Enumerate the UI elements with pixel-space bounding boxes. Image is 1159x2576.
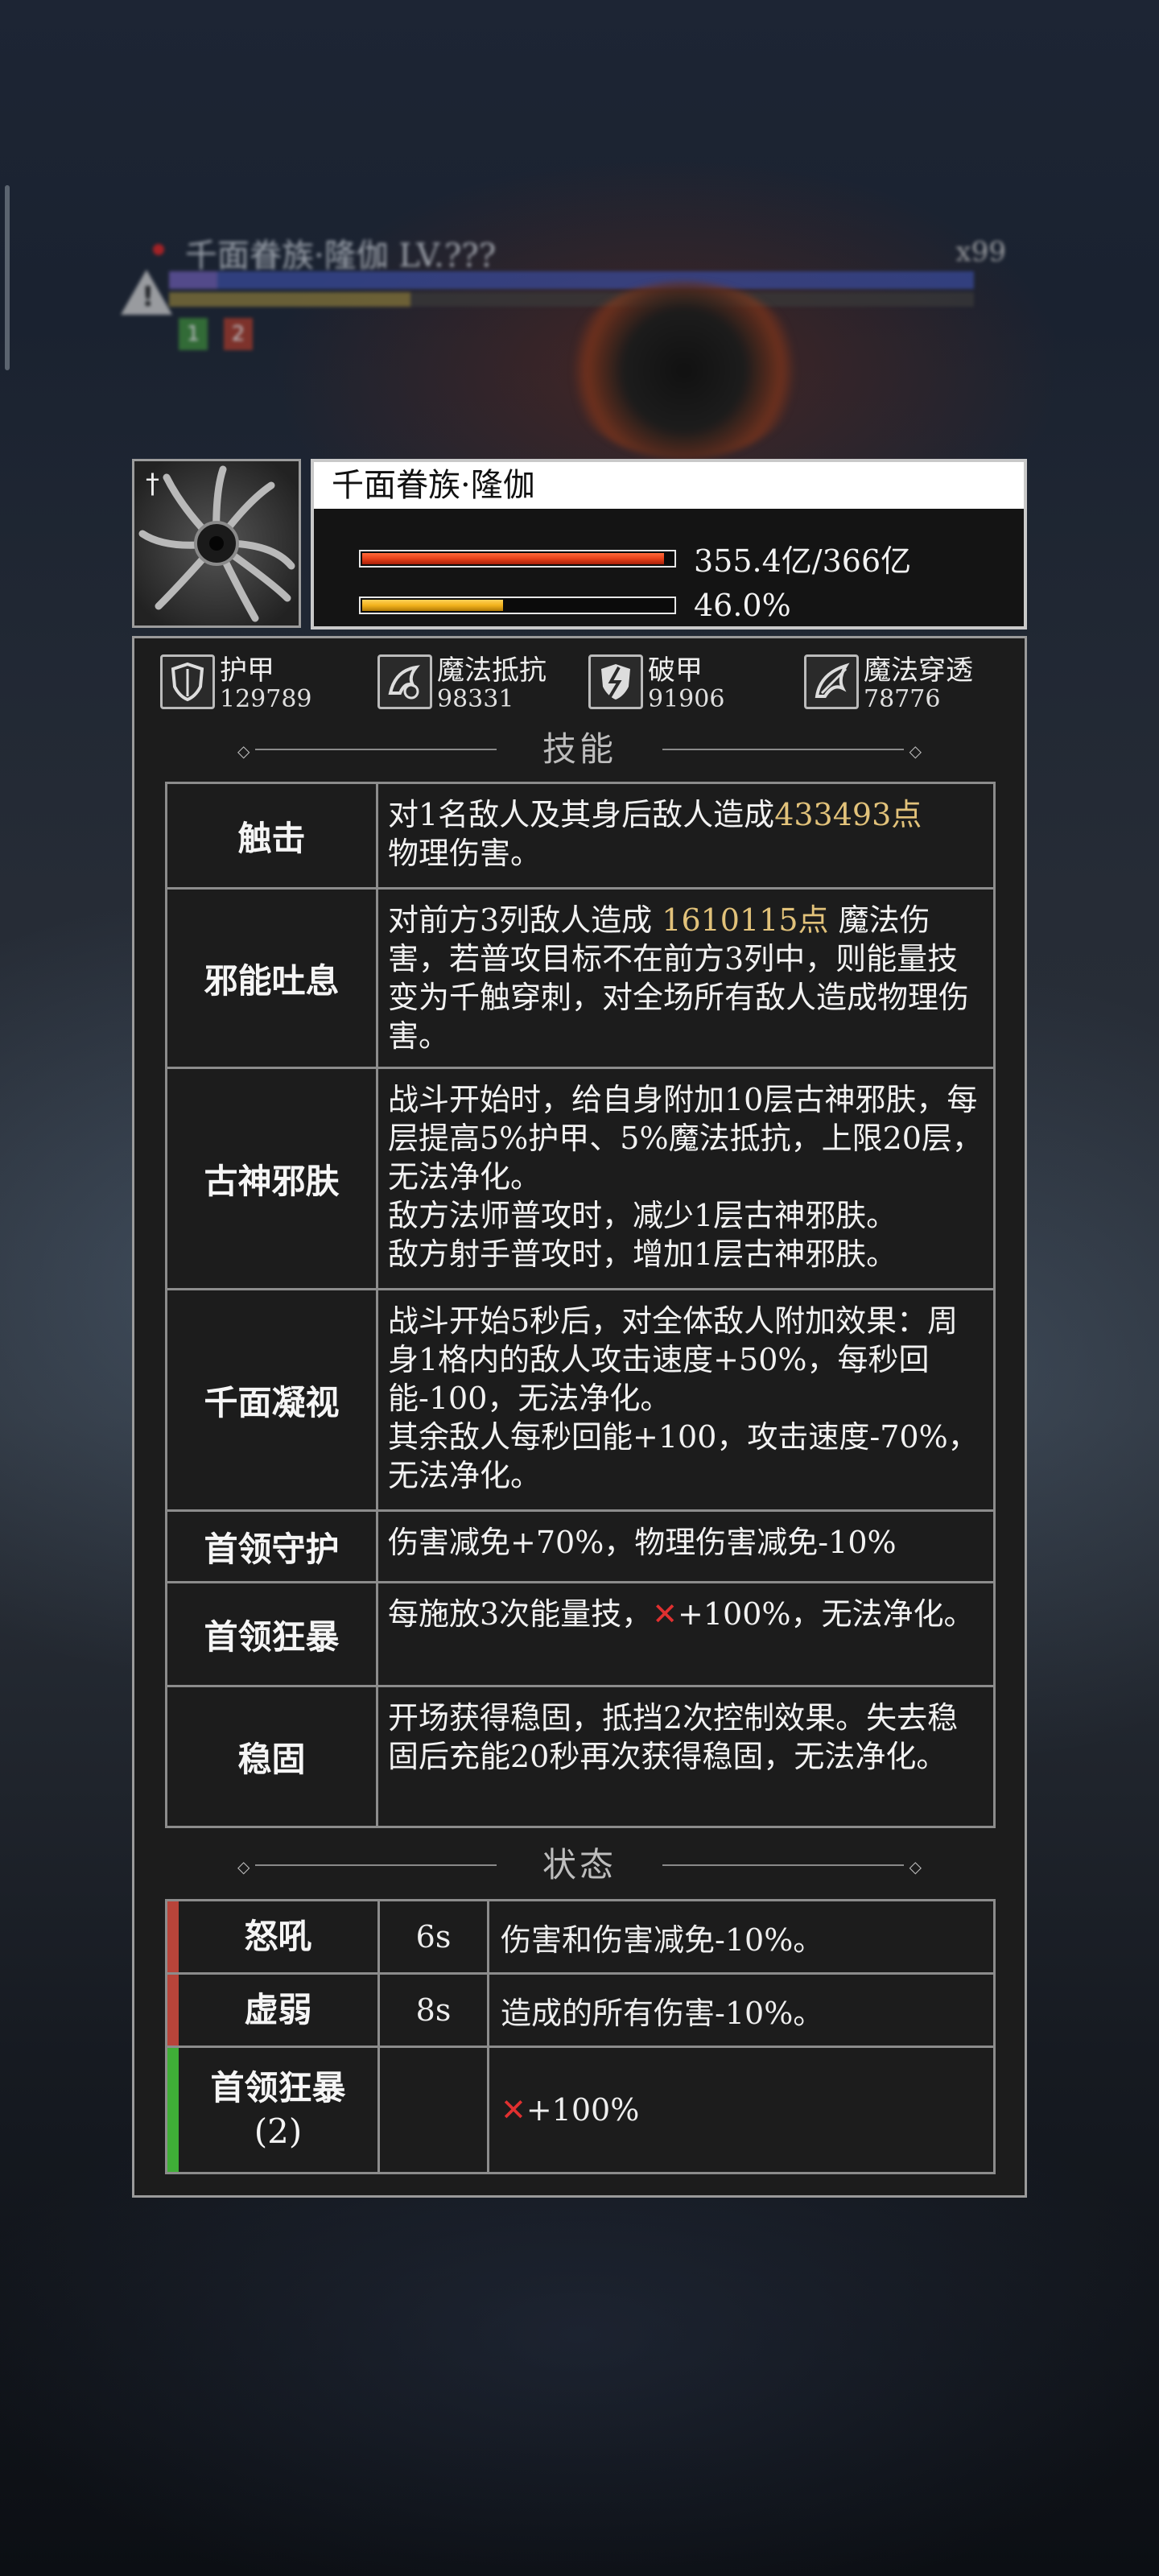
background-creature <box>563 282 805 459</box>
skill-name: 千面凝视 <box>167 1290 378 1509</box>
status-row: 虚弱 8s 造成的所有伤害-10%。 <box>167 1975 993 2048</box>
skill-description: 战斗开始时，给自身附加10层古神邪肤，每层提高5%护甲、5%魔法抵抗，上限20层… <box>388 1082 983 1272</box>
skills-table: 触击 对1名敌人及其身后敌人造成433493点 物理伤害。 邪能吐息 对前方3列敌… <box>165 782 996 1828</box>
hud-count: x99 <box>955 236 1006 268</box>
skill-row: 邪能吐息 对前方3列敌人造成 1610115点 魔法伤害，若普攻目标不在前方3列… <box>167 890 993 1069</box>
stat-magic-resist: 魔法抵抗 98331 <box>377 654 547 712</box>
status-title: 状态 <box>542 1845 617 1885</box>
skill-row: 触击 对1名敌人及其身后敌人造成433493点 物理伤害。 <box>167 784 993 890</box>
status-header: ◇ 状态 ◇ <box>134 1841 1025 1889</box>
status-description: ✕ +100% <box>501 2092 640 2128</box>
skill-row: 首领狂暴 每施放3次能量技，✕+100%，无法净化。 <box>167 1583 993 1687</box>
status-row: 怒吼 6s 伤害和伤害减免-10%。 <box>167 1901 993 1975</box>
skill-description: 伤害减免+70%，物理伤害减免-10% <box>388 1525 897 1560</box>
skill-name: 稳固 <box>167 1687 378 1826</box>
stat-label: 破甲 <box>648 654 703 687</box>
status-table: 怒吼 6s 伤害和伤害减免-10%。 虚弱 8s 造成的所有伤害-10%。 首领… <box>165 1899 996 2174</box>
skill-description: 开场获得稳固，抵挡2次控制效果。失去稳固后充能20秒再次获得稳固，无法净化。 <box>388 1700 959 1774</box>
stat-label: 魔法穿透 <box>864 654 973 687</box>
stat-value: 78776 <box>864 685 941 713</box>
sword-cross-icon: ✕ <box>652 1596 678 1632</box>
sword-cross-icon: ✕ <box>501 2092 526 2128</box>
magic-penetration-icon <box>804 654 859 709</box>
boss-detail-panel: 护甲 129789 魔法抵抗 98331 破甲 91906 魔法穿透 78776 ◇ 技… <box>132 636 1027 2198</box>
skill-name: 古神邪肤 <box>167 1069 378 1288</box>
ornament-right-icon: ◇ <box>909 741 922 761</box>
status-name: 首领狂暴 (2) <box>179 2048 380 2172</box>
buff-marker <box>167 2048 179 2172</box>
status-description: 造成的所有伤害-10%。 <box>501 1995 824 2031</box>
hp-bar-fill <box>362 552 664 564</box>
warning-icon: ! <box>121 270 172 315</box>
status-description: 伤害和伤害减免-10%。 <box>501 1922 824 1958</box>
ornament-right-icon: ◇ <box>909 1857 922 1876</box>
stat-armor-break: 破甲 91906 <box>588 654 724 712</box>
energy-bar-fill <box>362 600 504 611</box>
status-duration: 8s <box>380 1975 489 2046</box>
skills-header: ◇ 技能 ◇ <box>134 725 1025 774</box>
skill-row: 首领守护 伤害减免+70%，物理伤害减免-10% <box>167 1512 993 1583</box>
dagger-icon: † <box>146 468 159 500</box>
energy-bar <box>359 597 676 614</box>
debuff-marker <box>167 1901 179 1972</box>
skill-description: 对前方3列敌人造成 1610115点 魔法伤害，若普攻目标不在前方3列中，则能量… <box>388 902 970 1054</box>
skill-row: 千面凝视 战斗开始5秒后，对全体敌人附加效果：周身1格内的敌人攻击速度+50%，… <box>167 1290 993 1512</box>
hud-hp-bar <box>169 271 974 289</box>
hud-badge-2: 2 <box>224 318 253 350</box>
boss-info-box: 千面眷族·隆伽 355.4亿/366亿 46.0% <box>311 459 1027 630</box>
status-name: 虚弱 <box>179 1975 380 2046</box>
stat-value: 98331 <box>437 685 514 713</box>
skill-name: 邪能吐息 <box>167 890 378 1067</box>
debuff-marker <box>167 1975 179 2046</box>
status-row: 首领狂暴 (2) ✕ +100% <box>167 2048 993 2172</box>
hud-badge-1: 1 <box>179 318 208 350</box>
status-name: 怒吼 <box>179 1901 380 1972</box>
stat-value: 91906 <box>648 685 725 713</box>
stat-label: 护甲 <box>220 654 274 687</box>
skill-name: 首领守护 <box>167 1512 378 1581</box>
skill-description: 战斗开始5秒后，对全体敌人附加效果：周身1格内的敌人攻击速度+50%，每秒回能-… <box>388 1303 979 1493</box>
skills-title: 技能 <box>542 729 617 769</box>
status-duration <box>380 2048 489 2172</box>
stats-row: 护甲 129789 魔法抵抗 98331 破甲 91906 魔法穿透 78776 <box>160 654 1008 727</box>
hud-boss-name: 千面眷族·隆伽 LV.??? <box>185 237 497 275</box>
armor-shield-icon <box>160 654 215 709</box>
stat-value: 129789 <box>220 685 312 713</box>
stat-magic-penetration: 魔法穿透 78776 <box>804 654 973 712</box>
magic-resist-icon <box>377 654 432 709</box>
scroll-indicator[interactable] <box>5 185 10 370</box>
skill-description: 对1名敌人及其身后敌人造成433493点 物理伤害。 <box>388 797 922 871</box>
skill-row: 稳固 开场获得稳固，抵挡2次控制效果。失去稳固后充能20秒再次获得稳固，无法净化… <box>167 1687 993 1826</box>
status-duration: 6s <box>380 1901 489 1972</box>
hud-energy-bar <box>169 292 974 307</box>
ornament-left-icon: ◇ <box>237 1857 250 1876</box>
energy-text: 46.0% <box>694 588 791 623</box>
skill-description: 每施放3次能量技，✕+100%，无法净化。 <box>388 1596 975 1632</box>
skill-row: 古神邪肤 战斗开始时，给自身附加10层古神邪肤，每层提高5%护甲、5%魔法抵抗，… <box>167 1069 993 1290</box>
hp-row: 355.4亿/366亿 <box>359 536 911 580</box>
boss-portrait: † <box>132 459 301 628</box>
ornament-left-icon: ◇ <box>237 741 250 761</box>
hp-bar <box>359 549 676 568</box>
boss-marker-icon <box>153 244 164 255</box>
stat-label: 魔法抵抗 <box>437 654 547 687</box>
skill-name: 触击 <box>167 784 378 887</box>
stat-armor: 护甲 129789 <box>160 654 312 712</box>
energy-row: 46.0% <box>359 588 791 623</box>
boss-name: 千面眷族·隆伽 <box>314 462 1024 509</box>
hp-text: 355.4亿/366亿 <box>694 543 912 579</box>
skill-name: 首领狂暴 <box>167 1583 378 1685</box>
background-boss-hud: ! 千面眷族·隆伽 LV.??? x99 1 2 <box>121 229 1006 366</box>
armor-break-icon <box>588 654 643 709</box>
